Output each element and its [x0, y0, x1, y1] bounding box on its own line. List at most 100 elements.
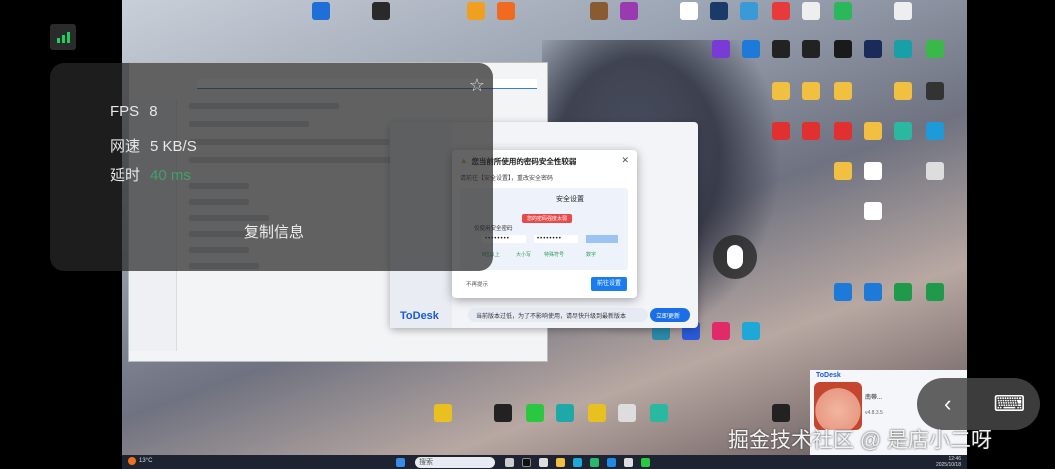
desktop-icon[interactable]: [926, 40, 944, 58]
desktop-icon[interactable]: [590, 2, 608, 20]
fps-label: FPS: [110, 103, 140, 120]
keyboard-button[interactable]: ⌨: [979, 391, 1041, 417]
pdf-icon[interactable]: [802, 122, 820, 140]
watermark: 掘金技术社区 @ 是店小二呀: [728, 429, 992, 452]
excel-icon[interactable]: [894, 283, 912, 301]
remote-controls: ‹ ⌨: [917, 378, 1040, 430]
desktop-icon[interactable]: [467, 2, 485, 20]
desktop-icon[interactable]: [926, 82, 944, 100]
file-icon[interactable]: [864, 162, 882, 180]
latency-value: 40 ms: [150, 167, 191, 184]
desktop-icon[interactable]: [834, 40, 852, 58]
desktop-icon[interactable]: [618, 404, 636, 422]
speed-value: 5 KB/S: [150, 138, 197, 155]
wechat-icon[interactable]: [641, 457, 650, 467]
folder-icon[interactable]: [802, 82, 820, 100]
recycle-bin-icon[interactable]: [926, 162, 944, 180]
clock[interactable]: 12:46 2025/10/18: [936, 456, 961, 468]
version: v4.8.3.5: [865, 410, 883, 416]
taskbar: 13°C 搜索 12:46 2025/10/18: [122, 455, 967, 469]
panel-title: 安全设置: [556, 196, 584, 203]
desktop-icon[interactable]: [772, 40, 790, 58]
weak-password-badge: 您的密码强度太弱: [522, 214, 573, 223]
desktop-icon[interactable]: [894, 122, 912, 140]
folder-icon[interactable]: [772, 82, 790, 100]
desktop-icon[interactable]: [802, 40, 820, 58]
desktop-icon[interactable]: [926, 122, 944, 140]
go-settings-button[interactable]: 前往设置: [591, 277, 627, 291]
todesk-logo: ToDesk: [400, 310, 439, 322]
desktop-icon[interactable]: [834, 2, 852, 20]
update-button[interactable]: 立即更新: [650, 308, 690, 322]
desktop-icon[interactable]: [712, 40, 730, 58]
folder-icon[interactable]: [834, 82, 852, 100]
close-icon[interactable]: ✕: [621, 155, 629, 166]
pdf-icon[interactable]: [834, 122, 852, 140]
password-confirm-field: ••••••••: [534, 235, 578, 243]
desktop-icon[interactable]: [712, 322, 730, 340]
desktop-icon[interactable]: [742, 40, 760, 58]
folder-icon[interactable]: [864, 122, 882, 140]
excel-icon[interactable]: [926, 283, 944, 301]
folder-icon[interactable]: [834, 162, 852, 180]
desktop-icon[interactable]: [772, 404, 790, 422]
todesk-icon[interactable]: [607, 457, 616, 467]
desktop-icon[interactable]: [894, 40, 912, 58]
speed-label: 网速: [110, 138, 141, 155]
desktop-icon[interactable]: [680, 2, 698, 20]
desktop-icon[interactable]: [497, 2, 515, 20]
desktop-icon[interactable]: [312, 2, 330, 20]
desktop-icon[interactable]: [802, 2, 820, 20]
desktop-icon[interactable]: [740, 2, 758, 20]
latency-label: 延时: [110, 167, 141, 184]
desktop-icon[interactable]: [864, 40, 882, 58]
pin-icon[interactable]: ☆: [469, 75, 485, 96]
desktop-icon[interactable]: [372, 2, 390, 20]
qq-icon[interactable]: [494, 404, 512, 422]
desktop-icon[interactable]: [710, 2, 728, 20]
file-explorer-icon[interactable]: [556, 457, 565, 467]
folder-icon[interactable]: [894, 82, 912, 100]
edge-icon[interactable]: [573, 457, 582, 467]
word-icon[interactable]: [864, 283, 882, 301]
dont-show-checkbox[interactable]: 不再提示: [466, 280, 488, 288]
speed-stat: 网速 5 KB/S: [110, 135, 197, 156]
app-icon[interactable]: [590, 457, 599, 467]
date: 2025/10/18: [935, 462, 961, 468]
chrome-icon[interactable]: [434, 404, 452, 422]
desktop-icon[interactable]: [772, 2, 790, 20]
desktop-icon[interactable]: [620, 2, 638, 20]
wechat-icon[interactable]: [526, 404, 544, 422]
app-icon[interactable]: [624, 457, 633, 467]
temperature: 13°C: [139, 458, 153, 464]
terminal-icon[interactable]: [522, 457, 531, 467]
check-digit: 数字: [586, 252, 597, 258]
device-name: 南蒂...: [865, 395, 883, 401]
search-placeholder: 搜索: [419, 459, 433, 466]
update-notice: 当前版本过低，为了不影响使用，请尽快升级到最新版本: [468, 308, 648, 322]
back-button[interactable]: ‹: [917, 391, 979, 417]
store-icon[interactable]: [539, 457, 548, 467]
fps-stat: FPS 8: [110, 103, 158, 120]
connection-stats-panel: ☆ FPS 8 网速 5 KB/S 延时 40 ms 复制信息: [50, 63, 493, 271]
mouse-icon: [727, 245, 743, 269]
fps-value: 8: [149, 103, 158, 120]
word-icon[interactable]: [834, 283, 852, 301]
edge-icon[interactable]: [556, 404, 574, 422]
signal-strength-icon[interactable]: [50, 24, 76, 50]
desktop-icon[interactable]: [650, 404, 668, 422]
pdf-icon[interactable]: [772, 122, 790, 140]
copy-info-button[interactable]: 复制信息: [244, 221, 304, 242]
desktop-icon[interactable]: [588, 404, 606, 422]
search-box[interactable]: 搜索: [415, 456, 495, 468]
desktop-icon[interactable]: [894, 2, 912, 20]
file-icon[interactable]: [864, 202, 882, 220]
start-icon[interactable]: [396, 457, 405, 467]
latency-stat: 延时 40 ms: [110, 164, 191, 185]
weather-icon: [128, 457, 136, 465]
task-view-icon[interactable]: [505, 457, 514, 467]
desktop-icon[interactable]: [742, 322, 760, 340]
mouse-mode-button[interactable]: [713, 235, 757, 279]
weather-widget[interactable]: 13°C: [128, 457, 152, 465]
check-case: 大小写: [516, 252, 532, 258]
